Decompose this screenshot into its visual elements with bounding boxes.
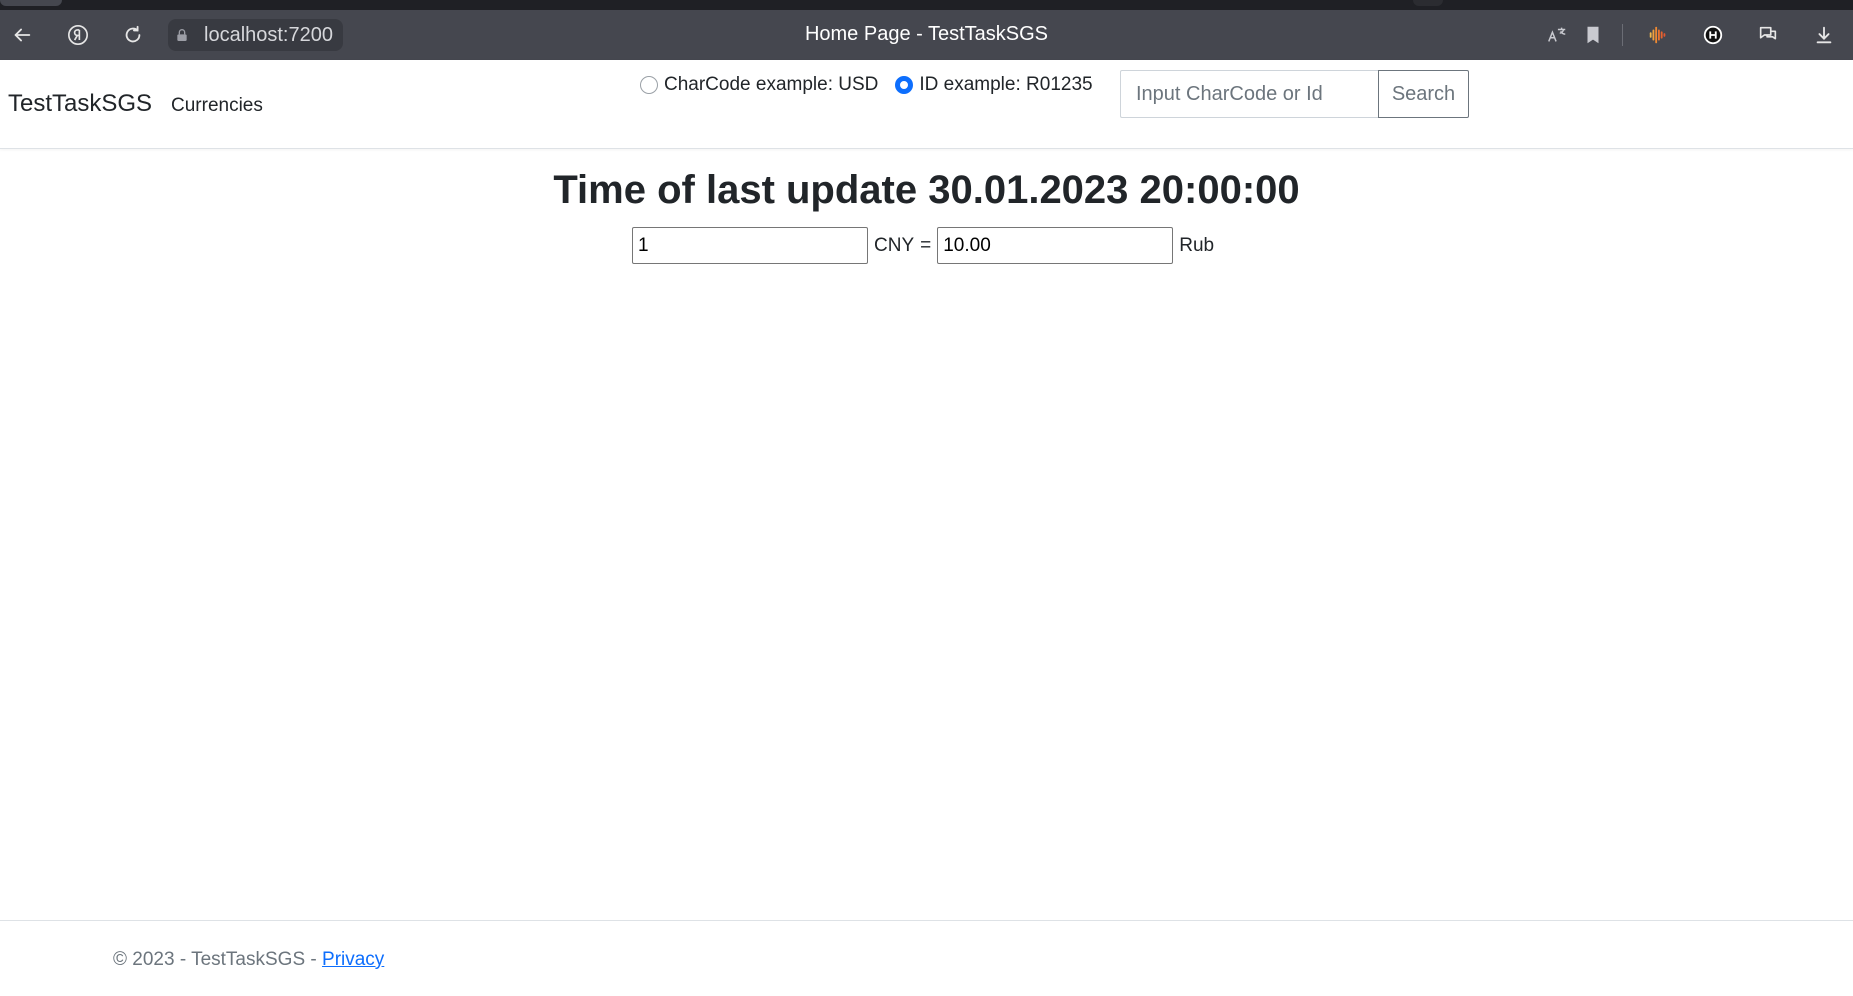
site-navbar: TestTaskSGS Currencies CharCode example:… <box>0 60 1853 149</box>
radio-id[interactable] <box>895 76 914 94</box>
footer-text: © 2023 - TestTaskSGS - Privacy <box>113 949 384 971</box>
browser-page-title: Home Page - TestTaskSGS <box>804 23 1049 45</box>
browser-tab[interactable] <box>0 0 62 6</box>
translate-icon[interactable] <box>1544 22 1570 48</box>
nav-link-currencies[interactable]: Currencies <box>171 95 263 117</box>
audio-wave-icon[interactable] <box>1645 22 1671 48</box>
search-type-radio-group: CharCode example: USD ID example: R01235 <box>640 74 1110 96</box>
radio-id-label[interactable]: ID example: R01235 <box>919 74 1092 96</box>
toolbar-divider <box>1622 24 1623 46</box>
brand-link[interactable]: TestTaskSGS <box>8 90 152 118</box>
rub-label: Rub <box>1179 234 1215 256</box>
rub-value-input[interactable] <box>937 227 1174 264</box>
copyright-text: © 2023 - TestTaskSGS - <box>113 949 323 970</box>
page-heading: Time of last update 30.01.2023 20:00:00 <box>553 168 1300 212</box>
radio-charcode-label[interactable]: CharCode example: USD <box>664 74 878 96</box>
search-button[interactable]: Search <box>1378 70 1469 118</box>
privacy-link[interactable]: Privacy <box>322 949 384 970</box>
browser-toolbar: localhost:7200 Home Page - TestTaskSGS <box>0 10 1853 60</box>
browser-tabstrip <box>0 0 1853 10</box>
browser-tab[interactable] <box>1413 0 1443 6</box>
radio-charcode[interactable] <box>640 76 658 94</box>
currency-code-label: CNY <box>874 234 915 256</box>
chat-bubbles-icon[interactable] <box>1755 22 1781 48</box>
download-icon[interactable] <box>1811 22 1837 48</box>
extension-h-icon[interactable] <box>1700 22 1726 48</box>
bookmark-icon[interactable] <box>1580 22 1606 48</box>
equals-sign: = <box>920 234 932 256</box>
amount-input[interactable] <box>632 227 868 264</box>
site-footer: © 2023 - TestTaskSGS - Privacy <box>0 920 1853 996</box>
currency-converter: CNY = Rub <box>632 227 1220 264</box>
search-input[interactable] <box>1120 70 1378 118</box>
